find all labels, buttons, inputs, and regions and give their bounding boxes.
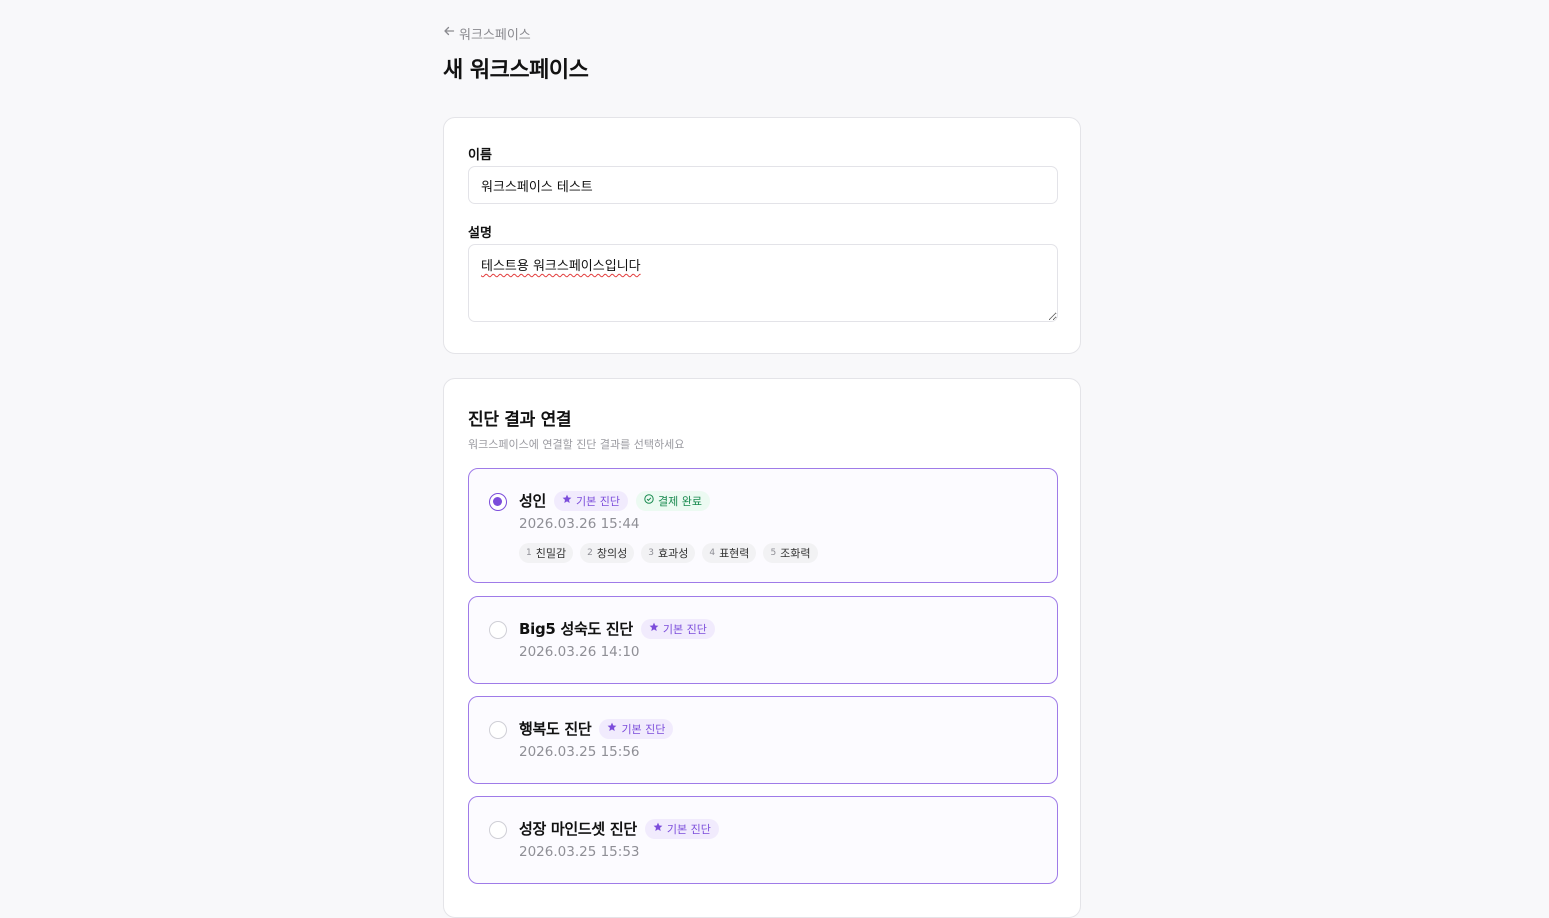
strength-tag: 2 창의성 <box>580 543 635 563</box>
badge-label: 결제 완료 <box>658 494 702 508</box>
badge-label: 기본 진단 <box>621 722 666 736</box>
radio-button[interactable] <box>489 621 507 639</box>
option-header: 성인 기본 진단 결제 완료 <box>519 490 710 511</box>
badge-label: 기본 진단 <box>666 822 711 836</box>
tag-label: 창의성 <box>596 547 628 560</box>
description-label: 설명 <box>468 226 492 241</box>
diagnosis-card: 진단 결과 연결 워크스페이스에 연결할 진단 결과를 선택하세요 성인 기본 … <box>443 378 1081 918</box>
diagnosis-option-big5[interactable]: Big5 성숙도 진단 기본 진단 2026.03.26 14:10 <box>468 596 1058 684</box>
strength-tags: 1 친밀감 2 창의성 3 효과성 4 표현력 5 조화력 <box>519 543 818 563</box>
star-icon <box>649 622 659 635</box>
strength-tag: 5 조화력 <box>763 543 818 563</box>
tag-rank: 3 <box>648 548 654 558</box>
option-title: 성장 마인드셋 진단 <box>519 820 637 838</box>
diagnosis-option-adult[interactable]: 성인 기본 진단 결제 완료 2026.03.26 15:44 1 친밀감 2 창의… <box>468 468 1058 583</box>
back-link-label: 워크스페이스 <box>459 27 531 43</box>
tag-label: 표현력 <box>719 547 750 560</box>
payment-complete-badge: 결제 완료 <box>636 490 710 511</box>
radio-button[interactable] <box>489 721 507 739</box>
radio-button[interactable] <box>489 821 507 839</box>
option-date: 2026.03.26 15:44 <box>519 516 640 532</box>
basic-diagnosis-badge: 기본 진단 <box>554 490 628 511</box>
description-textarea[interactable]: 테스트용 워크스페이스입니다 <box>468 244 1058 322</box>
tag-label: 효과성 <box>657 547 689 560</box>
back-link[interactable]: 워크스페이스 <box>443 24 531 43</box>
star-icon <box>653 822 663 835</box>
check-circle-icon <box>644 494 654 507</box>
diagnosis-section-subtitle: 워크스페이스에 연결할 진단 결과를 선택하세요 <box>468 438 685 451</box>
badge-label: 기본 진단 <box>662 622 707 636</box>
tag-rank: 2 <box>587 548 593 558</box>
option-title: 성인 <box>519 492 547 510</box>
option-header: Big5 성숙도 진단 기본 진단 <box>519 618 715 639</box>
strength-tag: 1 친밀감 <box>519 543 574 563</box>
diagnosis-option-growth-mindset[interactable]: 성장 마인드셋 진단 기본 진단 2026.03.25 15:53 <box>468 796 1058 884</box>
star-icon <box>607 722 617 735</box>
page-title: 새 워크스페이스 <box>443 58 589 83</box>
option-date: 2026.03.25 15:53 <box>519 844 640 860</box>
tag-rank: 5 <box>770 548 777 558</box>
strength-tag: 4 표현력 <box>702 543 757 563</box>
option-date: 2026.03.25 15:56 <box>519 744 640 760</box>
arrow-left-icon <box>443 25 455 41</box>
basic-diagnosis-badge: 기본 진단 <box>640 618 715 639</box>
star-icon <box>562 494 572 507</box>
name-label: 이름 <box>468 148 492 163</box>
workspace-form-card: 이름 설명 테스트용 워크스페이스입니다 <box>443 117 1081 354</box>
diagnosis-section-title: 진단 결과 연결 <box>468 410 572 430</box>
option-title: Big5 성숙도 진단 <box>519 620 633 638</box>
tag-rank: 1 <box>526 548 532 558</box>
option-date: 2026.03.26 14:10 <box>519 644 640 660</box>
radio-button[interactable] <box>489 493 507 511</box>
diagnosis-option-happiness[interactable]: 행복도 진단 기본 진단 2026.03.25 15:56 <box>468 696 1058 784</box>
tag-label: 친밀감 <box>535 547 567 560</box>
strength-tag: 3 효과성 <box>641 543 696 563</box>
option-header: 성장 마인드셋 진단 기본 진단 <box>519 818 719 839</box>
option-header: 행복도 진단 기본 진단 <box>519 718 674 739</box>
basic-diagnosis-badge: 기본 진단 <box>599 718 674 739</box>
option-title: 행복도 진단 <box>519 720 592 738</box>
tag-rank: 4 <box>709 548 716 558</box>
tag-label: 조화력 <box>780 547 811 560</box>
name-input[interactable] <box>468 166 1058 204</box>
badge-label: 기본 진단 <box>576 494 620 508</box>
basic-diagnosis-badge: 기본 진단 <box>644 818 719 839</box>
